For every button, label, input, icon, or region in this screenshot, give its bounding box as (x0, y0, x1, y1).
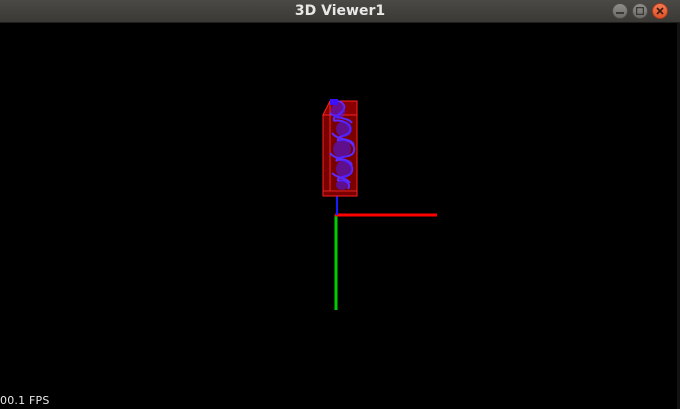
fps-counter: 00.1 FPS (0, 394, 50, 407)
viewer-window: 3D Viewer1 00.1 FPS (0, 0, 680, 409)
scene-canvas (322, 99, 437, 310)
title-bar[interactable]: 3D Viewer1 (0, 0, 680, 23)
model-object[interactable] (322, 99, 358, 197)
window-controls (612, 3, 668, 19)
minimize-button[interactable] (612, 3, 628, 19)
close-button[interactable] (652, 3, 668, 19)
close-icon (656, 7, 664, 15)
3d-viewport[interactable]: 00.1 FPS (0, 23, 680, 409)
window-title: 3D Viewer1 (294, 3, 386, 19)
maximize-button[interactable] (632, 3, 648, 19)
maximize-icon (636, 7, 644, 15)
minimize-icon (616, 12, 624, 14)
model-top-cap (330, 99, 338, 105)
